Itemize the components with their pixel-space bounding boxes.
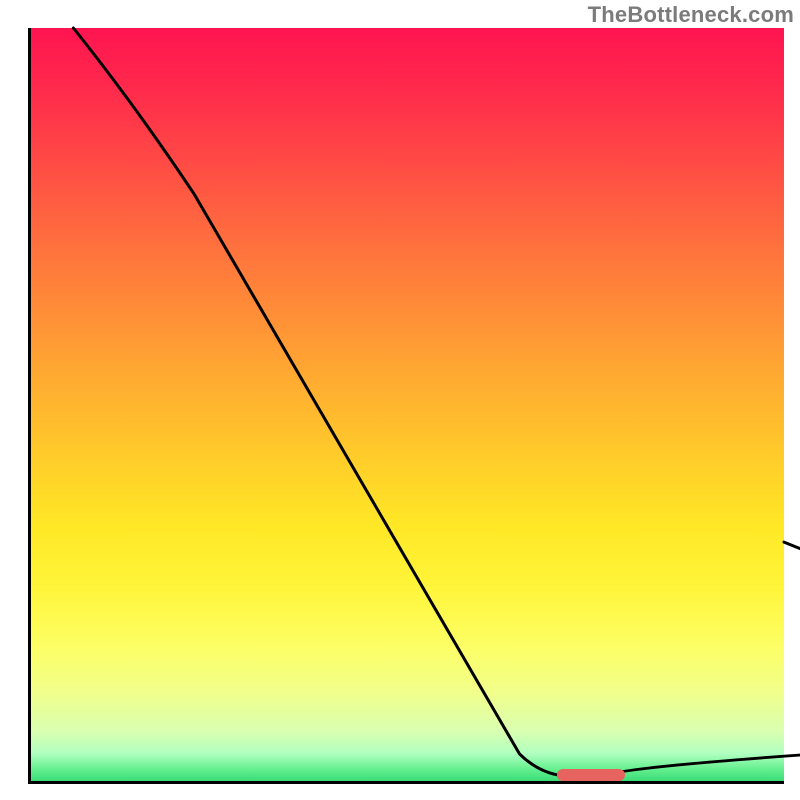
watermark-text: TheBottleneck.com	[588, 2, 794, 28]
bottleneck-curve	[28, 28, 784, 784]
chart-container: TheBottleneck.com	[0, 0, 800, 800]
optimal-range-indicator	[557, 769, 625, 781]
curve-path	[73, 28, 800, 776]
plot-area	[28, 28, 784, 784]
